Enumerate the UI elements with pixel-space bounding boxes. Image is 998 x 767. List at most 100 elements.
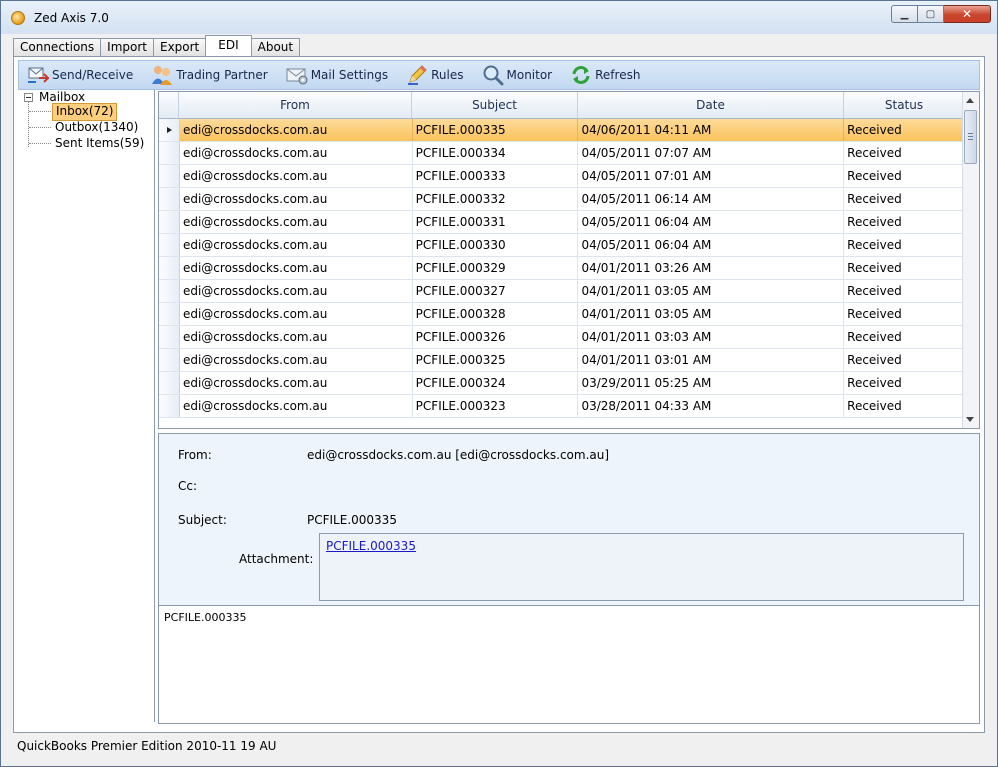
grip-icon	[968, 136, 973, 137]
grip-icon	[968, 133, 973, 134]
cell-date: 04/01/2011 03:01 AM	[578, 349, 845, 371]
edi-panel: Send/Receive Trading Partner Mail Settin…	[13, 56, 985, 733]
message-grid: From Subject Date Status edi@crossdocks.…	[158, 91, 980, 429]
row-header[interactable]	[159, 349, 180, 371]
cell-date: 03/29/2011 05:25 AM	[578, 372, 845, 394]
row-header[interactable]	[159, 326, 180, 348]
monitor-button[interactable]: Monitor	[482, 64, 552, 86]
cell-status: Received	[844, 211, 965, 233]
attachment-link[interactable]: PCFILE.000335	[326, 539, 416, 553]
cell-from: edi@crossdocks.com.au	[180, 280, 413, 302]
tab-edi[interactable]: EDI	[205, 35, 252, 56]
table-row[interactable]: edi@crossdocks.com.au PCFILE.000334 04/05/…	[159, 142, 965, 165]
from-label: From:	[178, 448, 212, 462]
scroll-up-arrow-icon[interactable]	[966, 98, 974, 103]
column-header-subject[interactable]: Subject	[412, 92, 578, 118]
table-row[interactable]: edi@crossdocks.com.au PCFILE.000327 04/01/…	[159, 280, 965, 303]
cell-date: 04/05/2011 06:04 AM	[578, 234, 845, 256]
trading-partner-button[interactable]: Trading Partner	[151, 64, 268, 86]
message-details: From: edi@crossdocks.com.au [edi@crossdo…	[158, 433, 980, 606]
cell-date: 03/28/2011 04:33 AM	[578, 395, 845, 417]
cell-from: edi@crossdocks.com.au	[180, 165, 413, 187]
attachment-label: Attachment:	[239, 552, 314, 566]
monitor-magnifier-icon	[482, 64, 504, 86]
row-header[interactable]	[159, 303, 180, 325]
cell-date: 04/05/2011 06:04 AM	[578, 211, 845, 233]
table-row[interactable]: edi@crossdocks.com.au PCFILE.000324 03/29/…	[159, 372, 965, 395]
tree-connector	[28, 101, 30, 147]
message-body[interactable]: PCFILE.000335	[158, 606, 980, 724]
cell-status: Received	[844, 303, 965, 325]
rules-label: Rules	[431, 68, 464, 82]
tab-about[interactable]: About	[250, 38, 301, 56]
title-bar[interactable]: Zed Axis 7.0 ▁ ▢ ✕	[1, 1, 997, 34]
row-header[interactable]	[159, 280, 180, 302]
grip-icon	[968, 139, 973, 140]
row-header[interactable]	[159, 372, 180, 394]
rules-button[interactable]: Rules	[406, 64, 464, 86]
table-row[interactable]: edi@crossdocks.com.au PCFILE.000329 04/01/…	[159, 257, 965, 280]
table-row[interactable]: edi@crossdocks.com.au PCFILE.000335 04/06/…	[159, 119, 965, 142]
cell-status: Received	[844, 257, 965, 279]
tree-root-mailbox[interactable]: Mailbox	[24, 90, 85, 104]
row-header[interactable]	[159, 142, 180, 164]
column-header-status[interactable]: Status	[844, 92, 965, 118]
table-row[interactable]: edi@crossdocks.com.au PCFILE.000325 04/01/…	[159, 349, 965, 372]
cell-subject: PCFILE.000330	[413, 234, 579, 256]
send-receive-button[interactable]: Send/Receive	[27, 64, 133, 86]
cell-status: Received	[844, 349, 965, 371]
table-row[interactable]: edi@crossdocks.com.au PCFILE.000326 04/01/…	[159, 326, 965, 349]
tab-connections[interactable]: Connections	[13, 38, 102, 56]
row-header[interactable]	[159, 257, 180, 279]
row-header[interactable]	[159, 211, 180, 233]
cc-label: Cc:	[178, 479, 198, 493]
table-row[interactable]: edi@crossdocks.com.au PCFILE.000333 04/05/…	[159, 165, 965, 188]
refresh-icon	[570, 64, 592, 86]
minimize-button[interactable]: ▁	[891, 5, 918, 23]
row-header[interactable]	[159, 165, 180, 187]
table-row[interactable]: edi@crossdocks.com.au PCFILE.000331 04/05/…	[159, 211, 965, 234]
table-row[interactable]: edi@crossdocks.com.au PCFILE.000332 04/05/…	[159, 188, 965, 211]
cell-subject: PCFILE.000331	[413, 211, 579, 233]
cell-subject: PCFILE.000324	[413, 372, 579, 394]
row-header[interactable]	[159, 395, 180, 417]
app-gear-icon	[11, 11, 25, 25]
tab-import[interactable]: Import	[100, 38, 154, 56]
table-row[interactable]: edi@crossdocks.com.au PCFILE.000323 03/28/…	[159, 395, 965, 418]
cell-subject: PCFILE.000323	[413, 395, 579, 417]
row-header[interactable]	[159, 234, 180, 256]
tab-export[interactable]: Export	[152, 38, 207, 56]
cell-from: edi@crossdocks.com.au	[180, 395, 413, 417]
row-header[interactable]	[159, 188, 180, 210]
mail-settings-label: Mail Settings	[310, 68, 389, 82]
message-body-text: PCFILE.000335	[164, 611, 247, 624]
grid-vertical-scrollbar[interactable]	[962, 92, 979, 428]
cell-date: 04/01/2011 03:03 AM	[578, 326, 845, 348]
close-button[interactable]: ✕	[944, 5, 991, 23]
scroll-down-arrow-icon[interactable]	[966, 417, 974, 422]
table-row[interactable]: edi@crossdocks.com.au PCFILE.000328 04/01/…	[159, 303, 965, 326]
cell-subject: PCFILE.000325	[413, 349, 579, 371]
cell-from: edi@crossdocks.com.au	[180, 211, 413, 233]
tree-item-outbox[interactable]: Outbox(1340)	[52, 119, 141, 135]
column-header-date[interactable]: Date	[578, 92, 844, 118]
cell-subject: PCFILE.000335	[413, 119, 579, 141]
cell-from: edi@crossdocks.com.au	[180, 142, 413, 164]
cell-from: edi@crossdocks.com.au	[180, 257, 413, 279]
column-header-from[interactable]: From	[179, 92, 412, 118]
cell-subject: PCFILE.000333	[413, 165, 579, 187]
row-header[interactable]	[159, 119, 180, 141]
maximize-button[interactable]: ▢	[918, 5, 944, 23]
cell-subject: PCFILE.000328	[413, 303, 579, 325]
cell-status: Received	[844, 326, 965, 348]
from-value: edi@crossdocks.com.au [edi@crossdocks.co…	[307, 448, 610, 462]
cell-status: Received	[844, 188, 965, 210]
table-row[interactable]: edi@crossdocks.com.au PCFILE.000330 04/05/…	[159, 234, 965, 257]
refresh-button[interactable]: Refresh	[570, 64, 640, 86]
cell-from: edi@crossdocks.com.au	[180, 188, 413, 210]
tree-item-sent-items[interactable]: Sent Items(59)	[52, 135, 147, 151]
cell-status: Received	[844, 119, 965, 141]
cell-status: Received	[844, 234, 965, 256]
scroll-thumb[interactable]	[964, 110, 977, 164]
mail-settings-button[interactable]: Mail Settings	[286, 64, 388, 86]
